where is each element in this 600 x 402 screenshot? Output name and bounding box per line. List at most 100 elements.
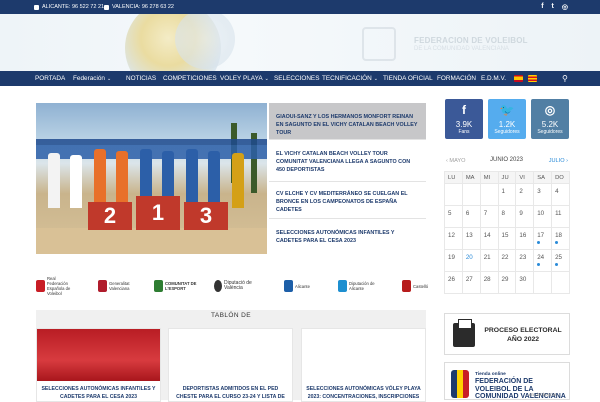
- nav-formacion[interactable]: FORMACIÓN: [437, 75, 476, 82]
- federation-title[interactable]: FEDERACION DE VOLEIBOL: [414, 36, 528, 45]
- calendar-day[interactable]: 9: [515, 205, 535, 228]
- sponsor-logo[interactable]: Castelló: [402, 272, 429, 300]
- notice-card[interactable]: SELECCIONES AUTONÓMICAS INFANTILES Y CAD…: [36, 328, 161, 402]
- calendar-week-row: 19 20 21 22 23 24 25: [444, 249, 570, 272]
- sponsor-logo[interactable]: Diputación de Alicante: [338, 272, 379, 300]
- alicante-logo-icon: [284, 280, 293, 292]
- rfevb-logo-icon: [36, 280, 45, 292]
- notice-card[interactable]: SELECCIONES AUTONÓMICAS VÓLEY PLAYA 2023…: [301, 328, 426, 402]
- valencia-phone[interactable]: VALENCIA: 96 278 63 22: [112, 4, 174, 10]
- sponsor-logo[interactable]: Real Federación Española de Voleibol: [36, 272, 75, 300]
- federation-logo[interactable]: [362, 27, 396, 61]
- calendar-day[interactable]: 23: [515, 249, 535, 272]
- facebook-label: Fans: [458, 129, 470, 135]
- search-icon[interactable]: ⚲: [562, 74, 568, 83]
- notice-card-image[interactable]: [169, 329, 292, 381]
- calendar-day[interactable]: 17: [533, 227, 553, 250]
- calendar-day[interactable]: 27: [461, 271, 481, 294]
- twitter-followers-box[interactable]: 🐦 1.2K Seguidores: [488, 99, 526, 139]
- weekday-label: JU: [497, 171, 517, 184]
- calendar-day[interactable]: 29: [497, 271, 517, 294]
- calendar-day[interactable]: 7: [479, 205, 499, 228]
- headline-item[interactable]: EL VICHY CATALAN BEACH VOLLEY TOUR COMUN…: [269, 140, 426, 182]
- calendar-day[interactable]: 14: [479, 227, 499, 250]
- nav-voley-playa[interactable]: VOLEY PLAYA ⌄: [220, 75, 269, 82]
- nav-tienda-oficial[interactable]: TIENDA OFICIAL: [383, 75, 433, 82]
- featured-news-image[interactable]: 2 1 3: [36, 103, 267, 254]
- electoral-process-banner[interactable]: PROCESO ELECTORAL AÑO 2022: [444, 313, 570, 355]
- headline-item[interactable]: GIAOUI-SANZ Y LOS HERMANOS MONFORT REINA…: [269, 103, 426, 140]
- calendar-day[interactable]: 24: [533, 249, 553, 272]
- calendar-day[interactable]: 18: [551, 227, 570, 250]
- calendar-empty-cell: [461, 183, 481, 206]
- calendar-day[interactable]: 6: [461, 205, 481, 228]
- calendar-day[interactable]: 3: [533, 183, 553, 206]
- notice-card[interactable]: DEPORTISTAS ADMITIDOS EN EL PED CHESTE P…: [168, 328, 293, 402]
- valencian-flag-icon[interactable]: [528, 75, 537, 82]
- nav-noticias[interactable]: NOTICIAS: [126, 75, 156, 82]
- nav-competiciones[interactable]: COMPETICIONES: [163, 75, 217, 82]
- weekday-label: DO: [551, 171, 570, 184]
- calendar-day[interactable]: 20: [461, 249, 481, 272]
- phone-icon: [104, 4, 109, 10]
- alicante-phone[interactable]: ALICANTE: 96 522 72 21: [42, 4, 104, 10]
- calendar-day-number: 20: [465, 254, 473, 261]
- nav-edmv[interactable]: E.D.M.V.: [481, 75, 506, 82]
- header-banner: FEDERACION DE VOLEIBOL DE LA COMUNIDAD V…: [0, 14, 600, 71]
- calendar-day[interactable]: 12: [444, 227, 463, 250]
- calendar-day[interactable]: 15: [497, 227, 517, 250]
- event-dot-icon: [555, 263, 559, 266]
- nav-federacion[interactable]: Federación ⌄: [73, 75, 111, 82]
- calendar-day[interactable]: 5: [444, 205, 463, 228]
- sponsor-logo[interactable]: COMUNITAT DE L'ESPORT: [154, 272, 205, 300]
- jersey-icon: [451, 370, 469, 398]
- notice-card-title[interactable]: SELECCIONES AUTONÓMICAS VÓLEY PLAYA 2023…: [306, 386, 421, 401]
- notice-board: TABLÓN DE SELECCIONES AUTONÓMICAS INFANT…: [36, 310, 426, 402]
- notice-card-image[interactable]: [302, 329, 425, 381]
- alicante-contact[interactable]: ALICANTE: 96 522 72 21: [34, 4, 104, 10]
- nav-portada[interactable]: PORTADA: [35, 75, 65, 82]
- online-shop-banner[interactable]: Tienda online FEDERACIÓN DE VOLEIBOL DE …: [444, 362, 570, 400]
- calendar-day[interactable]: 28: [479, 271, 499, 294]
- calendar-day[interactable]: 22: [497, 249, 517, 272]
- spanish-flag-icon[interactable]: [514, 75, 523, 82]
- headline-item[interactable]: SELECCIONES AUTONÓMICAS INFANTILES Y CAD…: [269, 219, 426, 254]
- calendar-prev-month[interactable]: ‹ MAYO: [446, 158, 465, 164]
- nav-tecnificacion[interactable]: TECNIFICACIÓN ⌄: [322, 75, 378, 82]
- facebook-fans-box[interactable]: f 3.9K Fans: [445, 99, 483, 139]
- calendar-day-number: 25: [555, 254, 562, 261]
- calendar-day[interactable]: 21: [479, 249, 499, 272]
- twitter-icon[interactable]: t: [552, 3, 554, 11]
- podium-first: 1: [136, 196, 180, 230]
- notice-card-title[interactable]: SELECCIONES AUTONÓMICAS INFANTILES Y CAD…: [41, 386, 156, 401]
- calendar-day[interactable]: 26: [444, 271, 463, 294]
- headline-item[interactable]: CV ELCHE Y CV MEDITERRÁNEO SE CUELGAN EL…: [269, 182, 426, 219]
- calendar-day[interactable]: 13: [461, 227, 481, 250]
- person-graphic: [208, 151, 220, 208]
- notice-card-image[interactable]: [37, 329, 160, 381]
- valencia-contact[interactable]: VALENCIA: 96 278 63 22: [104, 4, 174, 10]
- facebook-icon[interactable]: f: [541, 3, 543, 11]
- instagram-followers-box[interactable]: ◎ 5.2K Seguidores: [531, 99, 569, 139]
- sponsor-logo[interactable]: Diputació de València: [214, 272, 256, 300]
- sponsor-logo[interactable]: Alicante: [284, 272, 315, 300]
- calendar-next-month[interactable]: JULIO ›: [549, 158, 568, 164]
- calendar-day[interactable]: 2: [515, 183, 535, 206]
- calendar-day[interactable]: 30: [515, 271, 535, 294]
- instagram-icon[interactable]: ◎: [562, 3, 568, 11]
- calendar-day[interactable]: 25: [551, 249, 570, 272]
- calendar-day[interactable]: 16: [515, 227, 535, 250]
- calendar-day[interactable]: 8: [497, 205, 517, 228]
- phone-icon: [34, 4, 39, 10]
- calendar-day-number: 19: [448, 254, 455, 261]
- notice-card-title[interactable]: DEPORTISTAS ADMITIDOS EN EL PED CHESTE P…: [173, 386, 288, 401]
- calendar-day[interactable]: 4: [551, 183, 570, 206]
- calendar-day[interactable]: 19: [444, 249, 463, 272]
- calendar-empty-cell: [533, 271, 553, 294]
- calendar-day[interactable]: 10: [533, 205, 553, 228]
- sponsor-logo[interactable]: Generalitat Valenciana: [98, 272, 135, 300]
- nav-selecciones[interactable]: SELECCIONES: [274, 75, 319, 82]
- sand-graphic: [36, 228, 267, 254]
- calendar-day[interactable]: 11: [551, 205, 570, 228]
- calendar-day[interactable]: 1: [497, 183, 517, 206]
